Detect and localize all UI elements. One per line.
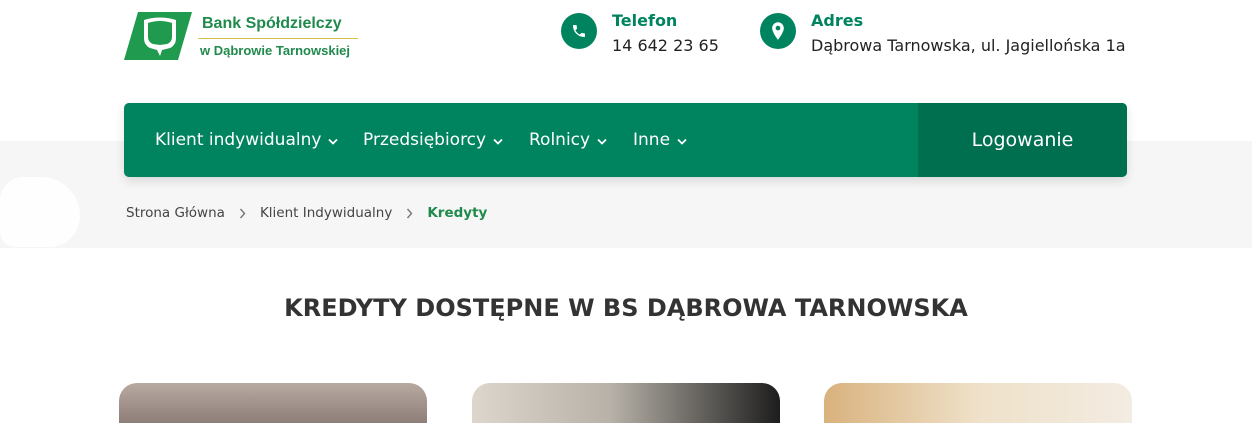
location-pin-icon xyxy=(760,13,796,49)
breadcrumb-item-home[interactable]: Strona Główna xyxy=(126,205,225,221)
chevron-down-icon xyxy=(677,138,687,145)
contact-phone[interactable]: Telefon 14 642 23 65 xyxy=(561,10,731,56)
nav-item-rolnicy[interactable]: Rolnicy xyxy=(529,103,607,177)
chevron-down-icon xyxy=(493,138,503,145)
nav-item-label: Przedsiębiorcy xyxy=(363,130,487,150)
chevron-right-icon xyxy=(406,208,413,219)
nav-item-przedsiebiorcy[interactable]: Przedsiębiorcy xyxy=(363,103,503,177)
phone-icon xyxy=(561,13,597,49)
logo-divider xyxy=(198,38,358,39)
address-value: Dąbrowa Tarnowska, ul. Jagiellońska 1a xyxy=(811,36,1126,55)
chevron-right-icon xyxy=(239,208,246,219)
bank-logo-mark-icon xyxy=(124,12,192,60)
phone-number[interactable]: 14 642 23 65 xyxy=(612,36,719,55)
decorative-shape xyxy=(0,177,80,247)
nav-item-label: Rolnicy xyxy=(529,130,591,150)
breadcrumb: Strona Główna Klient Indywidualny Kredyt… xyxy=(126,204,487,222)
chevron-down-icon xyxy=(597,138,607,145)
credit-card-image[interactable] xyxy=(119,383,427,423)
phone-label: Telefon xyxy=(612,11,678,30)
nav-item-label: Klient indywidualny xyxy=(155,130,322,150)
credit-card-image[interactable] xyxy=(472,383,780,423)
nav-item-klient-indywidualny[interactable]: Klient indywidualny xyxy=(155,103,339,177)
login-button[interactable]: Logowanie xyxy=(918,103,1127,177)
credit-card-image[interactable] xyxy=(824,383,1132,423)
nav-item-label: Inne xyxy=(633,130,671,150)
page-title: KREDYTY DOSTĘPNE W BS DĄBROWA TARNOWSKA xyxy=(284,294,968,322)
bank-name-line1: Bank Spółdzielczy xyxy=(202,15,342,32)
chevron-down-icon xyxy=(328,138,339,145)
contact-address: Adres Dąbrowa Tarnowska, ul. Jagiellońsk… xyxy=(760,10,1140,56)
nav-item-inne[interactable]: Inne xyxy=(633,103,687,177)
address-label: Adres xyxy=(811,11,864,30)
main-navigation: Klient indywidualny Przedsiębiorcy Rolni… xyxy=(124,103,1127,177)
bank-logo[interactable]: Bank Spółdzielczy w Dąbrowie Tarnowskiej xyxy=(124,12,360,62)
breadcrumb-item-current: Kredyty xyxy=(427,205,488,221)
bank-name-line2: w Dąbrowie Tarnowskiej xyxy=(200,43,351,58)
breadcrumb-item-klient-indywidualny[interactable]: Klient Indywidualny xyxy=(260,205,392,221)
